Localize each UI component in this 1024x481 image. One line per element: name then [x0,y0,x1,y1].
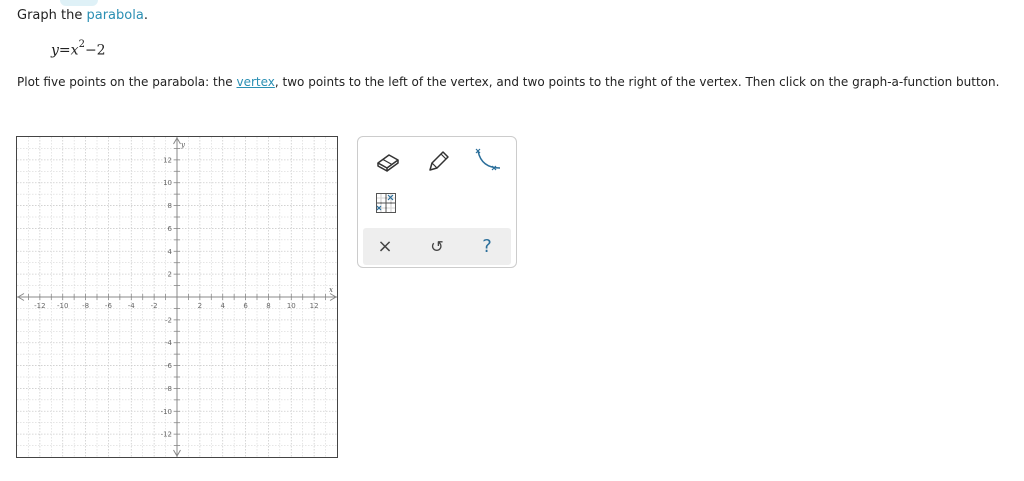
y-axis-label: y [180,141,186,149]
undo-button[interactable]: ↺ [417,228,457,265]
y-tick-label: -12 [161,431,172,439]
equation-var: x [70,42,79,59]
x-tick-label: 8 [266,302,270,310]
x-tick-label: -8 [82,302,89,310]
y-tick-label: -4 [165,339,173,347]
y-tick-label: -10 [161,408,172,416]
y-tick-label: 6 [168,225,173,233]
x-tick-label: 6 [243,302,248,310]
equation-rest: −2 [84,42,106,59]
y-tick-label: -6 [165,362,173,370]
y-tick-label: 2 [168,271,172,279]
eraser-tool[interactable] [372,145,404,177]
eraser-icon [377,154,399,172]
prompt-suffix: . [143,8,148,23]
equation: y=x2−2 [51,39,106,59]
prompt-prefix: Graph the [17,8,87,23]
parabola-tool-icon [475,148,501,171]
equation-lhs: y [51,42,59,59]
y-tick-label: 4 [168,248,173,256]
x-tick-label: 12 [310,302,319,310]
x-tick-label: -4 [128,302,136,310]
x-axis-label: x [329,286,333,294]
x-tick-label: -2 [151,302,158,310]
prompt-line: Graph the parabola. [17,8,148,23]
graph-function-tool[interactable] [370,187,402,219]
instructions-part2: , two points to the left of the vertex, … [274,75,1000,89]
x-tick-label: 10 [287,302,296,310]
graph-area[interactable]: -12 -12 -10 -10 -8 -8 -6 -6 -4 -4 -2 -2 2 2 4 4 6 6 8 8 10 10… [16,136,338,458]
equation-equals: = [58,42,71,59]
y-tick-label: 12 [163,156,172,164]
instructions: Plot five points on the parabola: the ve… [17,74,1007,90]
action-bar: × ↺ ? [363,228,511,265]
y-tick-label: -8 [165,385,172,393]
toolbox: × ↺ ? [357,136,517,268]
x-tick-label: -6 [105,302,113,310]
pencil-tool[interactable] [422,145,454,177]
vertex-link[interactable]: vertex [237,75,275,89]
equation-exponent: 2 [78,39,85,50]
x-tick-label: -12 [34,302,45,310]
help-button[interactable]: ? [467,228,507,265]
parabola-link[interactable]: parabola [86,8,143,23]
x-tick-label: 2 [198,302,202,310]
y-tick-label: -2 [165,316,172,324]
y-tick-label: 8 [168,202,172,210]
graph-function-icon [376,193,396,213]
y-tick-label: 10 [163,179,172,187]
x-tick-label: 4 [220,302,225,310]
top-tab [60,0,98,6]
clear-button[interactable]: × [365,228,405,265]
parabola-tool[interactable] [472,145,504,177]
coordinate-plane[interactable]: -12 -12 -10 -10 -8 -8 -6 -6 -4 -4 -2 -2 2 2 4 4 6 6 8 8 10 10… [17,137,337,457]
pencil-icon [429,151,449,171]
instructions-part1: Plot five points on the parabola: the [17,75,237,89]
x-tick-label: -10 [57,302,68,310]
